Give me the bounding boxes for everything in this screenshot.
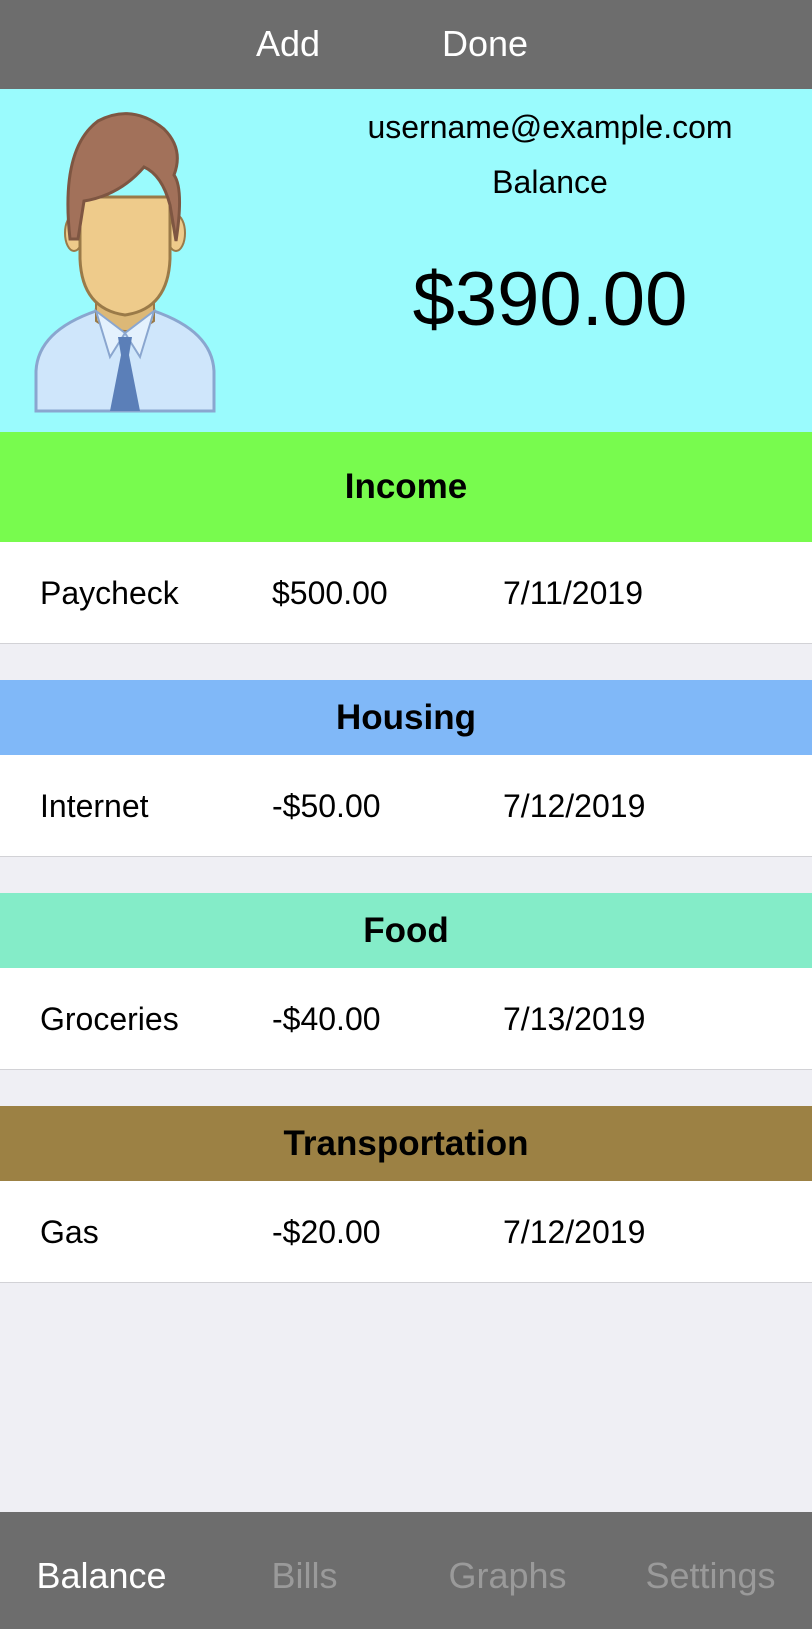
- tab-settings[interactable]: Settings: [609, 1512, 812, 1629]
- section-header-housing: Housing: [0, 680, 812, 755]
- tab-graphs[interactable]: Graphs: [406, 1512, 609, 1629]
- balance-label: Balance: [492, 164, 608, 200]
- tab-bills[interactable]: Bills: [203, 1512, 406, 1629]
- tab-label: Settings: [645, 1555, 776, 1596]
- tab-balance[interactable]: Balance: [0, 1512, 203, 1629]
- profile-header: username@example.com Balance $390.00: [0, 89, 812, 432]
- transaction-row[interactable]: Groceries -$40.00 7/13/2019: [0, 968, 812, 1070]
- add-button[interactable]: Add: [256, 22, 320, 66]
- transaction-row[interactable]: Paycheck $500.00 7/11/2019: [0, 542, 812, 644]
- section-header-transportation: Transportation: [0, 1106, 812, 1181]
- transaction-name: Gas: [40, 1214, 99, 1250]
- top-toolbar: Add Done: [0, 0, 812, 89]
- tab-label: Bills: [271, 1555, 338, 1596]
- transaction-amount: $500.00: [272, 575, 388, 611]
- transaction-amount: -$40.00: [272, 1001, 381, 1037]
- user-email: username@example.com: [367, 109, 733, 145]
- transaction-amount: -$50.00: [272, 788, 381, 824]
- transaction-name: Groceries: [40, 1001, 179, 1037]
- section-header-food: Food: [0, 893, 812, 968]
- balance-amount: $390.00: [412, 257, 688, 342]
- transaction-name: Internet: [40, 788, 149, 824]
- transaction-name: Paycheck: [40, 575, 179, 611]
- transaction-date: 7/11/2019: [503, 575, 643, 611]
- tab-label: Graphs: [448, 1555, 567, 1596]
- transaction-date: 7/13/2019: [503, 1001, 646, 1037]
- transaction-date: 7/12/2019: [503, 788, 646, 824]
- section-header-income: Income: [0, 432, 812, 542]
- user-avatar-icon: [34, 112, 216, 413]
- tab-bar: Balance Bills Graphs Settings: [0, 1512, 812, 1629]
- done-button[interactable]: Done: [442, 22, 528, 66]
- transaction-row[interactable]: Gas -$20.00 7/12/2019: [0, 1181, 812, 1283]
- transaction-row[interactable]: Internet -$50.00 7/12/2019: [0, 755, 812, 857]
- transaction-amount: -$20.00: [272, 1214, 381, 1250]
- transaction-date: 7/12/2019: [503, 1214, 646, 1250]
- tab-label: Balance: [36, 1555, 167, 1596]
